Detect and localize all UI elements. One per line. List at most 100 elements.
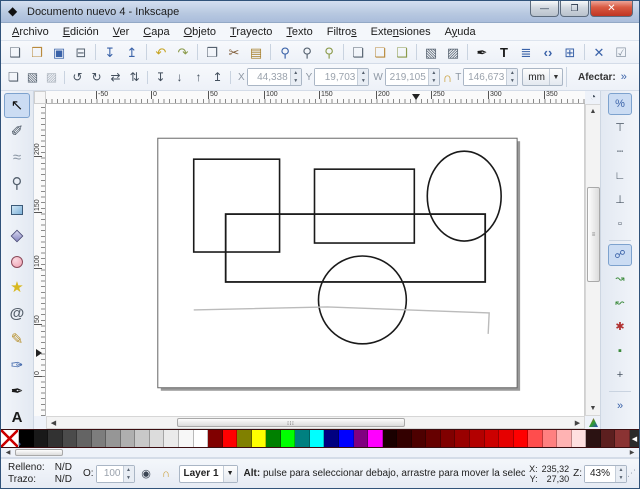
color-swatch-afafaf[interactable] [121,430,136,447]
flip-vertical-button[interactable]: ⇅ [125,68,144,87]
fill-stroke-dialog-button[interactable]: ✒ [471,42,493,62]
zoom-spinner[interactable]: ▲▼ [615,466,626,482]
open-document-button[interactable]: ❒ [26,42,48,62]
units-dropdown[interactable]: mm ▼ [522,68,563,86]
color-swatch-00ff00[interactable] [281,430,296,447]
menu-capa[interactable]: Capa [136,25,176,39]
opacity-spinner[interactable]: ▲▼ [123,466,134,482]
raise-button[interactable]: ↑ [189,68,208,87]
select-all-layers-button[interactable]: ▧ [23,68,42,87]
palette-overflow-arrow[interactable]: ◀ [630,430,639,447]
canvas[interactable] [46,104,585,416]
tool-rectangle[interactable] [4,197,30,222]
color-swatch-8a3333[interactable] [615,430,630,447]
color-swatch-969696[interactable] [106,430,121,447]
layer-lock-button[interactable]: ∩ [158,465,175,482]
tool-tweak[interactable]: ≈ [4,145,30,170]
color-swatch-323232[interactable] [48,430,63,447]
color-swatch-b30000[interactable] [470,430,485,447]
opacity-input[interactable] [97,466,123,482]
resize-grip[interactable]: ⋰ [627,468,637,479]
unlink-clone-button[interactable]: ❑ [391,42,413,62]
color-swatch-008080[interactable] [295,430,310,447]
vertical-ruler[interactable]: 200150100500 [34,104,46,416]
color-swatch-000080[interactable] [324,430,339,447]
color-swatch-f7f7f7[interactable] [179,430,194,447]
layer-dropdown[interactable]: Layer 1 ▼ [179,465,238,483]
ruler-corner-button[interactable]: ◔ [585,91,601,104]
color-swatch-800000[interactable] [441,430,456,447]
duplicate-button[interactable]: ❏ [347,42,369,62]
tool-text[interactable]: A [4,405,30,430]
zoom-selection-button[interactable]: ⚲ [274,42,296,62]
restore-button[interactable]: ❐ [560,0,589,17]
select-all-button[interactable]: ❏ [4,68,23,87]
palette-scroll-right-icon[interactable]: ▶ [627,448,637,457]
menu-filtros[interactable]: Filtros [320,25,364,39]
scroll-up-icon[interactable]: ▲ [586,105,600,118]
tool-spiral[interactable]: @ [4,301,30,326]
xml-editor-button[interactable]: ‹› [537,42,559,62]
create-clone-button[interactable]: ❏ [369,42,391,62]
height-input[interactable] [464,69,506,85]
rotate-ccw-button[interactable]: ↺ [68,68,87,87]
lower-button[interactable]: ↓ [170,68,189,87]
snap-midpoints-button[interactable]: + [608,364,632,386]
color-swatch-0000ff[interactable] [339,430,354,447]
snap-smooth-nodes-button[interactable]: ▪ [608,340,632,362]
color-swatch-191919[interactable] [34,430,49,447]
lock-ratio-icon[interactable]: ∩ [443,70,452,85]
color-swatch-4b4b4b[interactable] [63,430,78,447]
tool-ellipse[interactable] [4,249,30,274]
tool-star[interactable]: ★ [4,275,30,300]
color-swatch-ebebeb[interactable] [164,430,179,447]
color-swatch-4d0000[interactable] [412,430,427,447]
color-swatch-1a0000[interactable] [383,430,398,447]
color-swatch-660000[interactable] [426,430,441,447]
menu-ver[interactable]: Ver [106,25,137,39]
scroll-left-icon[interactable]: ◀ [47,417,60,428]
color-swatch-808000[interactable] [237,430,252,447]
menu-texto[interactable]: Texto [279,25,319,39]
export-button[interactable]: ↥ [121,42,143,62]
text-dialog-button[interactable]: T [493,42,515,62]
color-wheel-button[interactable] [585,416,601,429]
color-swatch-cc0000[interactable] [485,430,500,447]
options-overflow-icon[interactable]: » [621,71,627,83]
vertical-scrollbar[interactable]: ▲ ≡ ▼ [585,104,601,416]
menu-objeto[interactable]: Objeto [177,25,223,39]
snap-bbox-edges-button[interactable]: ┄ [608,141,632,163]
menu-extensiones[interactable]: Extensiones [364,25,438,39]
horizontal-scrollbar[interactable]: ◀ ᎒᎒᎒ ▶ [46,416,585,429]
zoom-page-button[interactable]: ⚲ [318,42,340,62]
horizontal-scroll-thumb[interactable]: ᎒᎒᎒ [177,418,405,427]
snap-path-intersections-button[interactable]: ↜ [608,292,632,314]
color-swatch-ff0000[interactable] [514,430,529,447]
group-button[interactable]: ▧ [420,42,442,62]
height-spinner[interactable]: ▲▼ [506,69,517,85]
snap-bbox-midpoints-button[interactable]: ⊥ [608,189,632,211]
save-button[interactable]: ▣ [48,42,70,62]
color-swatch-ffb3b3[interactable] [557,430,572,447]
snap-paths-button[interactable]: ↝ [608,268,632,290]
snap-cusp-nodes-button[interactable]: ✱ [608,316,632,338]
menu-archivo[interactable]: Archivo [5,25,56,39]
document-properties-button[interactable]: ☑ [610,42,632,62]
color-swatch-ffff00[interactable] [252,430,267,447]
color-swatch-ff8080[interactable] [543,430,558,447]
zoom-drawing-button[interactable]: ⚲ [296,42,318,62]
y-input[interactable] [315,69,357,85]
snap-nodes-button[interactable]: ☍ [608,244,632,266]
deselect-button[interactable]: ▨ [42,68,61,87]
scroll-right-icon[interactable]: ▶ [571,417,584,428]
paste-button[interactable]: ▤ [245,42,267,62]
align-dialog-button[interactable]: ⊞ [559,42,581,62]
color-swatch-ffffff[interactable] [194,430,209,447]
color-swatch-dcdcdc[interactable] [150,430,165,447]
snapbar-overflow[interactable]: » [608,395,632,417]
color-swatch-ff00ff[interactable] [368,430,383,447]
color-swatch-ff0000[interactable] [223,430,238,447]
x-input[interactable] [248,69,290,85]
cut-button[interactable]: ✂ [223,42,245,62]
color-swatch-2b1212[interactable] [586,430,601,447]
